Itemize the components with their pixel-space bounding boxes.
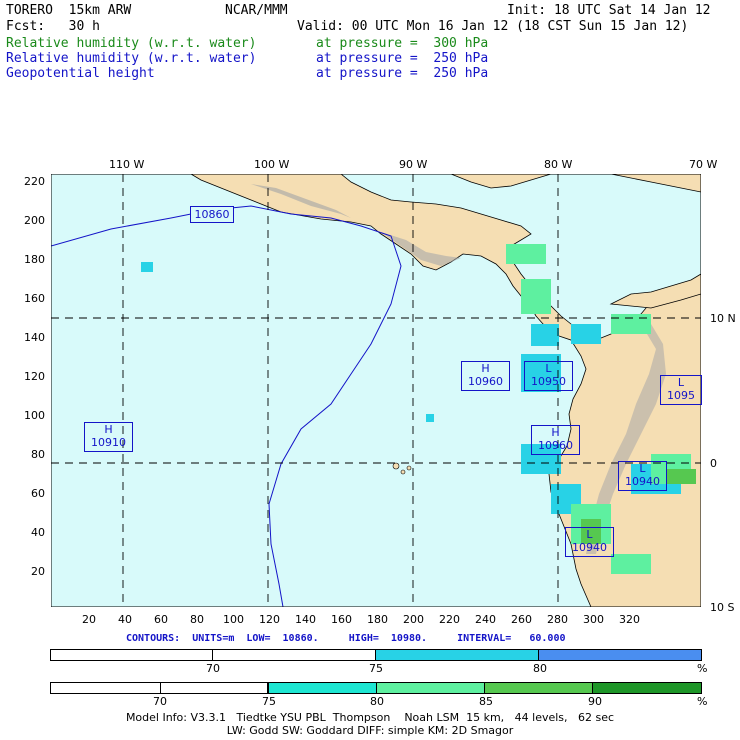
x-tick-60: 60 bbox=[154, 613, 168, 626]
model-title: TORERO 15km ARW bbox=[6, 3, 132, 18]
x-tick-240: 240 bbox=[475, 613, 496, 626]
contour-label-10860: 10860 bbox=[190, 206, 234, 223]
colorbar-bin bbox=[51, 683, 161, 693]
lon-label-80w: 80 W bbox=[544, 158, 573, 171]
x-tick-80: 80 bbox=[190, 613, 204, 626]
y-tick-80: 80 bbox=[31, 448, 45, 461]
colorbar-bin bbox=[485, 683, 593, 693]
colorbar-bin bbox=[376, 650, 539, 660]
colorbar-rh250 bbox=[50, 649, 702, 661]
field-level-rh250: at pressure = 250 hPa bbox=[316, 51, 489, 66]
x-tick-120: 120 bbox=[259, 613, 280, 626]
x-tick-160: 160 bbox=[331, 613, 352, 626]
lon-label-70w: 70 W bbox=[689, 158, 718, 171]
x-tick-200: 200 bbox=[403, 613, 424, 626]
forecast-hour: Fcst: 30 h bbox=[6, 19, 100, 34]
x-tick-220: 220 bbox=[439, 613, 460, 626]
galapagos-island bbox=[406, 465, 412, 471]
colorbar-bin bbox=[269, 683, 377, 693]
y-tick-100: 100 bbox=[24, 409, 45, 422]
y-tick-20: 20 bbox=[31, 565, 45, 578]
x-tick-320: 320 bbox=[619, 613, 640, 626]
colorbar-rh250-label: 70 bbox=[206, 662, 220, 675]
galapagos-island bbox=[392, 462, 400, 470]
x-tick-100: 100 bbox=[223, 613, 244, 626]
y-tick-120: 120 bbox=[24, 370, 45, 383]
colorbar-rh250-label: % bbox=[697, 662, 708, 675]
x-tick-40: 40 bbox=[118, 613, 132, 626]
y-tick-140: 140 bbox=[24, 331, 45, 344]
lat-label-10s: 10 S bbox=[710, 601, 735, 614]
x-tick-260: 260 bbox=[511, 613, 532, 626]
colorbar-rh300-label: 75 bbox=[262, 695, 276, 708]
init-time: Init: 18 UTC Sat 14 Jan 12 bbox=[507, 3, 711, 18]
low-center: L 10940 bbox=[618, 461, 667, 491]
galapagos-island bbox=[400, 469, 406, 475]
lat-label-10n: 10 N bbox=[710, 312, 736, 325]
y-tick-60: 60 bbox=[31, 487, 45, 500]
x-tick-180: 180 bbox=[367, 613, 388, 626]
low-center: L 10940 bbox=[565, 527, 614, 557]
low-center: L 1095 bbox=[660, 375, 702, 405]
colorbar-rh250-label: 80 bbox=[533, 662, 547, 675]
field-level-rh300: at pressure = 300 hPa bbox=[316, 36, 489, 51]
model-info: Model Info: V3.3.1 Tiedtke YSU PBL Thomp… bbox=[125, 711, 615, 724]
y-tick-40: 40 bbox=[31, 526, 45, 539]
y-tick-220: 220 bbox=[24, 175, 45, 188]
lon-label-90w: 90 W bbox=[399, 158, 428, 171]
lon-label-100w: 100 W bbox=[254, 158, 290, 171]
colorbar-rh300 bbox=[50, 682, 702, 694]
colorbar-rh300-label: 85 bbox=[479, 695, 493, 708]
colorbar-bin bbox=[160, 683, 268, 693]
y-tick-160: 160 bbox=[24, 292, 45, 305]
x-tick-140: 140 bbox=[295, 613, 316, 626]
x-tick-20: 20 bbox=[82, 613, 96, 626]
contour-info: CONTOURS: UNITS=m LOW= 10860. HIGH= 1098… bbox=[126, 633, 566, 644]
x-tick-300: 300 bbox=[583, 613, 604, 626]
high-center: H 10960 bbox=[461, 361, 510, 391]
field-level-geopotential: at pressure = 250 hPa bbox=[316, 66, 489, 81]
high-center: H 10960 bbox=[531, 425, 580, 455]
valid-time: Valid: 00 UTC Mon 16 Jan 12 (18 CST Sun … bbox=[297, 19, 689, 34]
colorbar-rh300-label: 80 bbox=[370, 695, 384, 708]
y-tick-180: 180 bbox=[24, 253, 45, 266]
field-name-rh300: Relative humidity (w.r.t. water) bbox=[6, 36, 257, 51]
colorbar-bin bbox=[376, 683, 485, 693]
colorbar-rh300-label: 90 bbox=[588, 695, 602, 708]
lat-label-0: 0 bbox=[710, 457, 717, 470]
low-center: L 10950 bbox=[524, 361, 573, 391]
colorbar-bin bbox=[213, 650, 376, 660]
org-label: NCAR/MMM bbox=[225, 3, 288, 18]
colorbar-bin bbox=[592, 683, 701, 693]
y-tick-200: 200 bbox=[24, 214, 45, 227]
model-physics: LW: Godd SW: Goddard DIFF: simple KM: 2D… bbox=[226, 724, 514, 737]
colorbar-bin bbox=[51, 650, 213, 660]
colorbar-rh300-label: % bbox=[697, 695, 708, 708]
colorbar-rh300-label: 70 bbox=[153, 695, 167, 708]
lon-label-110w: 110 W bbox=[109, 158, 145, 171]
colorbar-bin bbox=[539, 650, 701, 660]
x-tick-280: 280 bbox=[547, 613, 568, 626]
high-center: H 10910 bbox=[84, 422, 133, 452]
field-name-geopotential: Geopotential height bbox=[6, 66, 155, 81]
field-name-rh250: Relative humidity (w.r.t. water) bbox=[6, 51, 257, 66]
colorbar-rh250-label: 75 bbox=[369, 662, 383, 675]
